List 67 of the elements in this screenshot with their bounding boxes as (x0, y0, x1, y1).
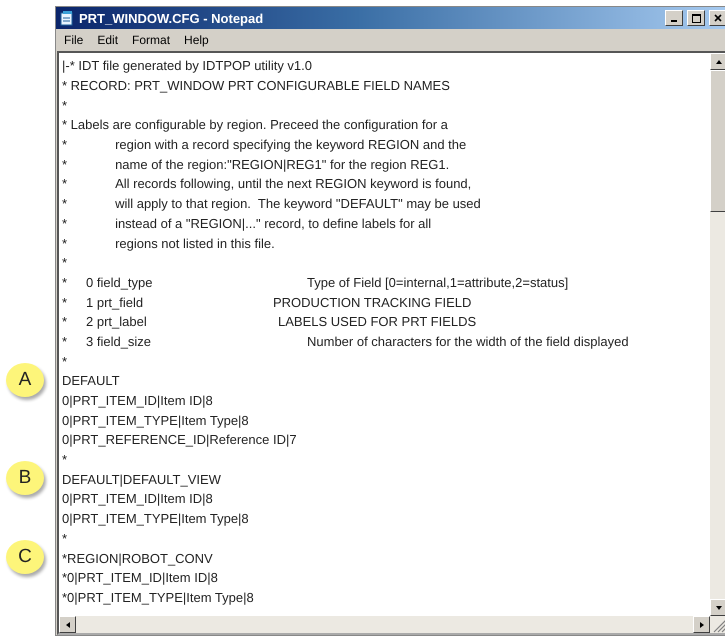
window-title: PRT_WINDOW.CFG - Notepad (79, 10, 264, 26)
text-line: *REGION|ROBOT_CONV (62, 550, 213, 566)
menu-item[interactable]: Help (178, 31, 215, 49)
close-icon (714, 14, 722, 22)
text-line: regions not listed in this file. (115, 236, 275, 251)
text-line: * (62, 255, 68, 270)
menu-item[interactable]: Format (126, 31, 176, 49)
text-line: 0|PRT_REFERENCE_ID|Reference ID|7 (62, 432, 297, 448)
comment-marker: * (62, 176, 68, 192)
comment-marker: * (62, 216, 68, 231)
text-line: *0|PRT_ITEM_ID|Item ID|8 (62, 570, 218, 586)
text-line: |-* IDT file generated by IDTPOP utility v1.0 (62, 58, 312, 74)
left-arrow-icon (64, 620, 72, 628)
text-line: region with a record specifying the keyword REGION and the (115, 137, 466, 152)
text-line: 0|PRT_ITEM_TYPE|Item Type|8 (62, 412, 249, 428)
text-line: * Labels are configurable by region. Preceed the configuration for a (62, 117, 448, 132)
scroll-left-button[interactable] (59, 616, 76, 633)
callout-marker: B (6, 461, 44, 496)
comment-marker: * (62, 196, 68, 212)
text-line: * RECORD: PRT_WINDOW PRT CONFIGURABLE FIELD NAMES (62, 78, 450, 94)
text-line: 0|PRT_ITEM_ID|Item ID|8 (62, 491, 213, 506)
comment-marker: * (62, 334, 68, 349)
comment-marker: * (62, 314, 68, 330)
field-description: LABELS USED FOR PRT FIELDS (278, 314, 476, 330)
callout-marker: A (6, 363, 44, 397)
text-line: instead of a "REGION|..." record, to define labels for all (115, 216, 432, 231)
comment-marker: * (62, 156, 68, 172)
comment-marker: * (62, 137, 68, 152)
scroll-thumb[interactable] (710, 70, 725, 212)
minimize-button[interactable] (665, 10, 683, 26)
text-line: DEFAULT (62, 373, 120, 388)
text-line: *0|PRT_ITEM_TYPE|Item Type|8 (62, 590, 254, 605)
text-line: All records following, until the next REGION keyword is found, (115, 176, 472, 192)
horizontal-scrollbar[interactable] (59, 616, 725, 633)
scroll-right-button[interactable] (693, 616, 710, 633)
text-line: * (62, 98, 68, 113)
notepad-icon (59, 10, 75, 26)
field-name: 2 prt_label (86, 314, 148, 330)
callout-marker: C (6, 540, 44, 574)
right-arrow-icon (698, 620, 706, 628)
text-line: will apply to that region. The keyword "DEFAULT" may be used (115, 196, 481, 212)
down-arrow-icon (714, 604, 722, 612)
menu-item[interactable]: Edit (91, 31, 124, 49)
field-description: Number of characters for the width of the field displayed (307, 334, 629, 349)
field-name: 1 prt_field (86, 294, 144, 310)
field-name: 0 field_type (86, 274, 154, 290)
text-line: * (62, 530, 68, 546)
field-description: Type of Field [0=internal,1=attribute,2=status] (307, 274, 568, 290)
comment-marker: * (62, 294, 68, 310)
up-arrow-icon (714, 58, 722, 66)
comment-marker: * (62, 236, 68, 251)
comment-marker: * (62, 274, 68, 290)
text-line: * (62, 452, 68, 468)
text-line: * (62, 354, 68, 369)
close-button[interactable] (709, 10, 725, 26)
scroll-down-button[interactable] (710, 599, 725, 616)
maximize-button[interactable] (687, 10, 705, 26)
field-description: PRODUCTION TRACKING FIELD (273, 294, 472, 310)
maximize-icon (692, 14, 700, 22)
menu-item[interactable]: File (58, 31, 90, 49)
text-line: 0|PRT_ITEM_ID|Item ID|8 (62, 393, 213, 408)
field-name: 3 field_size (86, 334, 152, 349)
text-line: name of the region:"REGION|REG1" for the region REG1. (115, 156, 450, 172)
text-line: DEFAULT|DEFAULT_VIEW (62, 472, 221, 487)
text-line: 0|PRT_ITEM_TYPE|Item Type|8 (62, 511, 249, 526)
vertical-scrollbar[interactable] (710, 53, 725, 616)
scroll-up-button[interactable] (710, 53, 725, 70)
